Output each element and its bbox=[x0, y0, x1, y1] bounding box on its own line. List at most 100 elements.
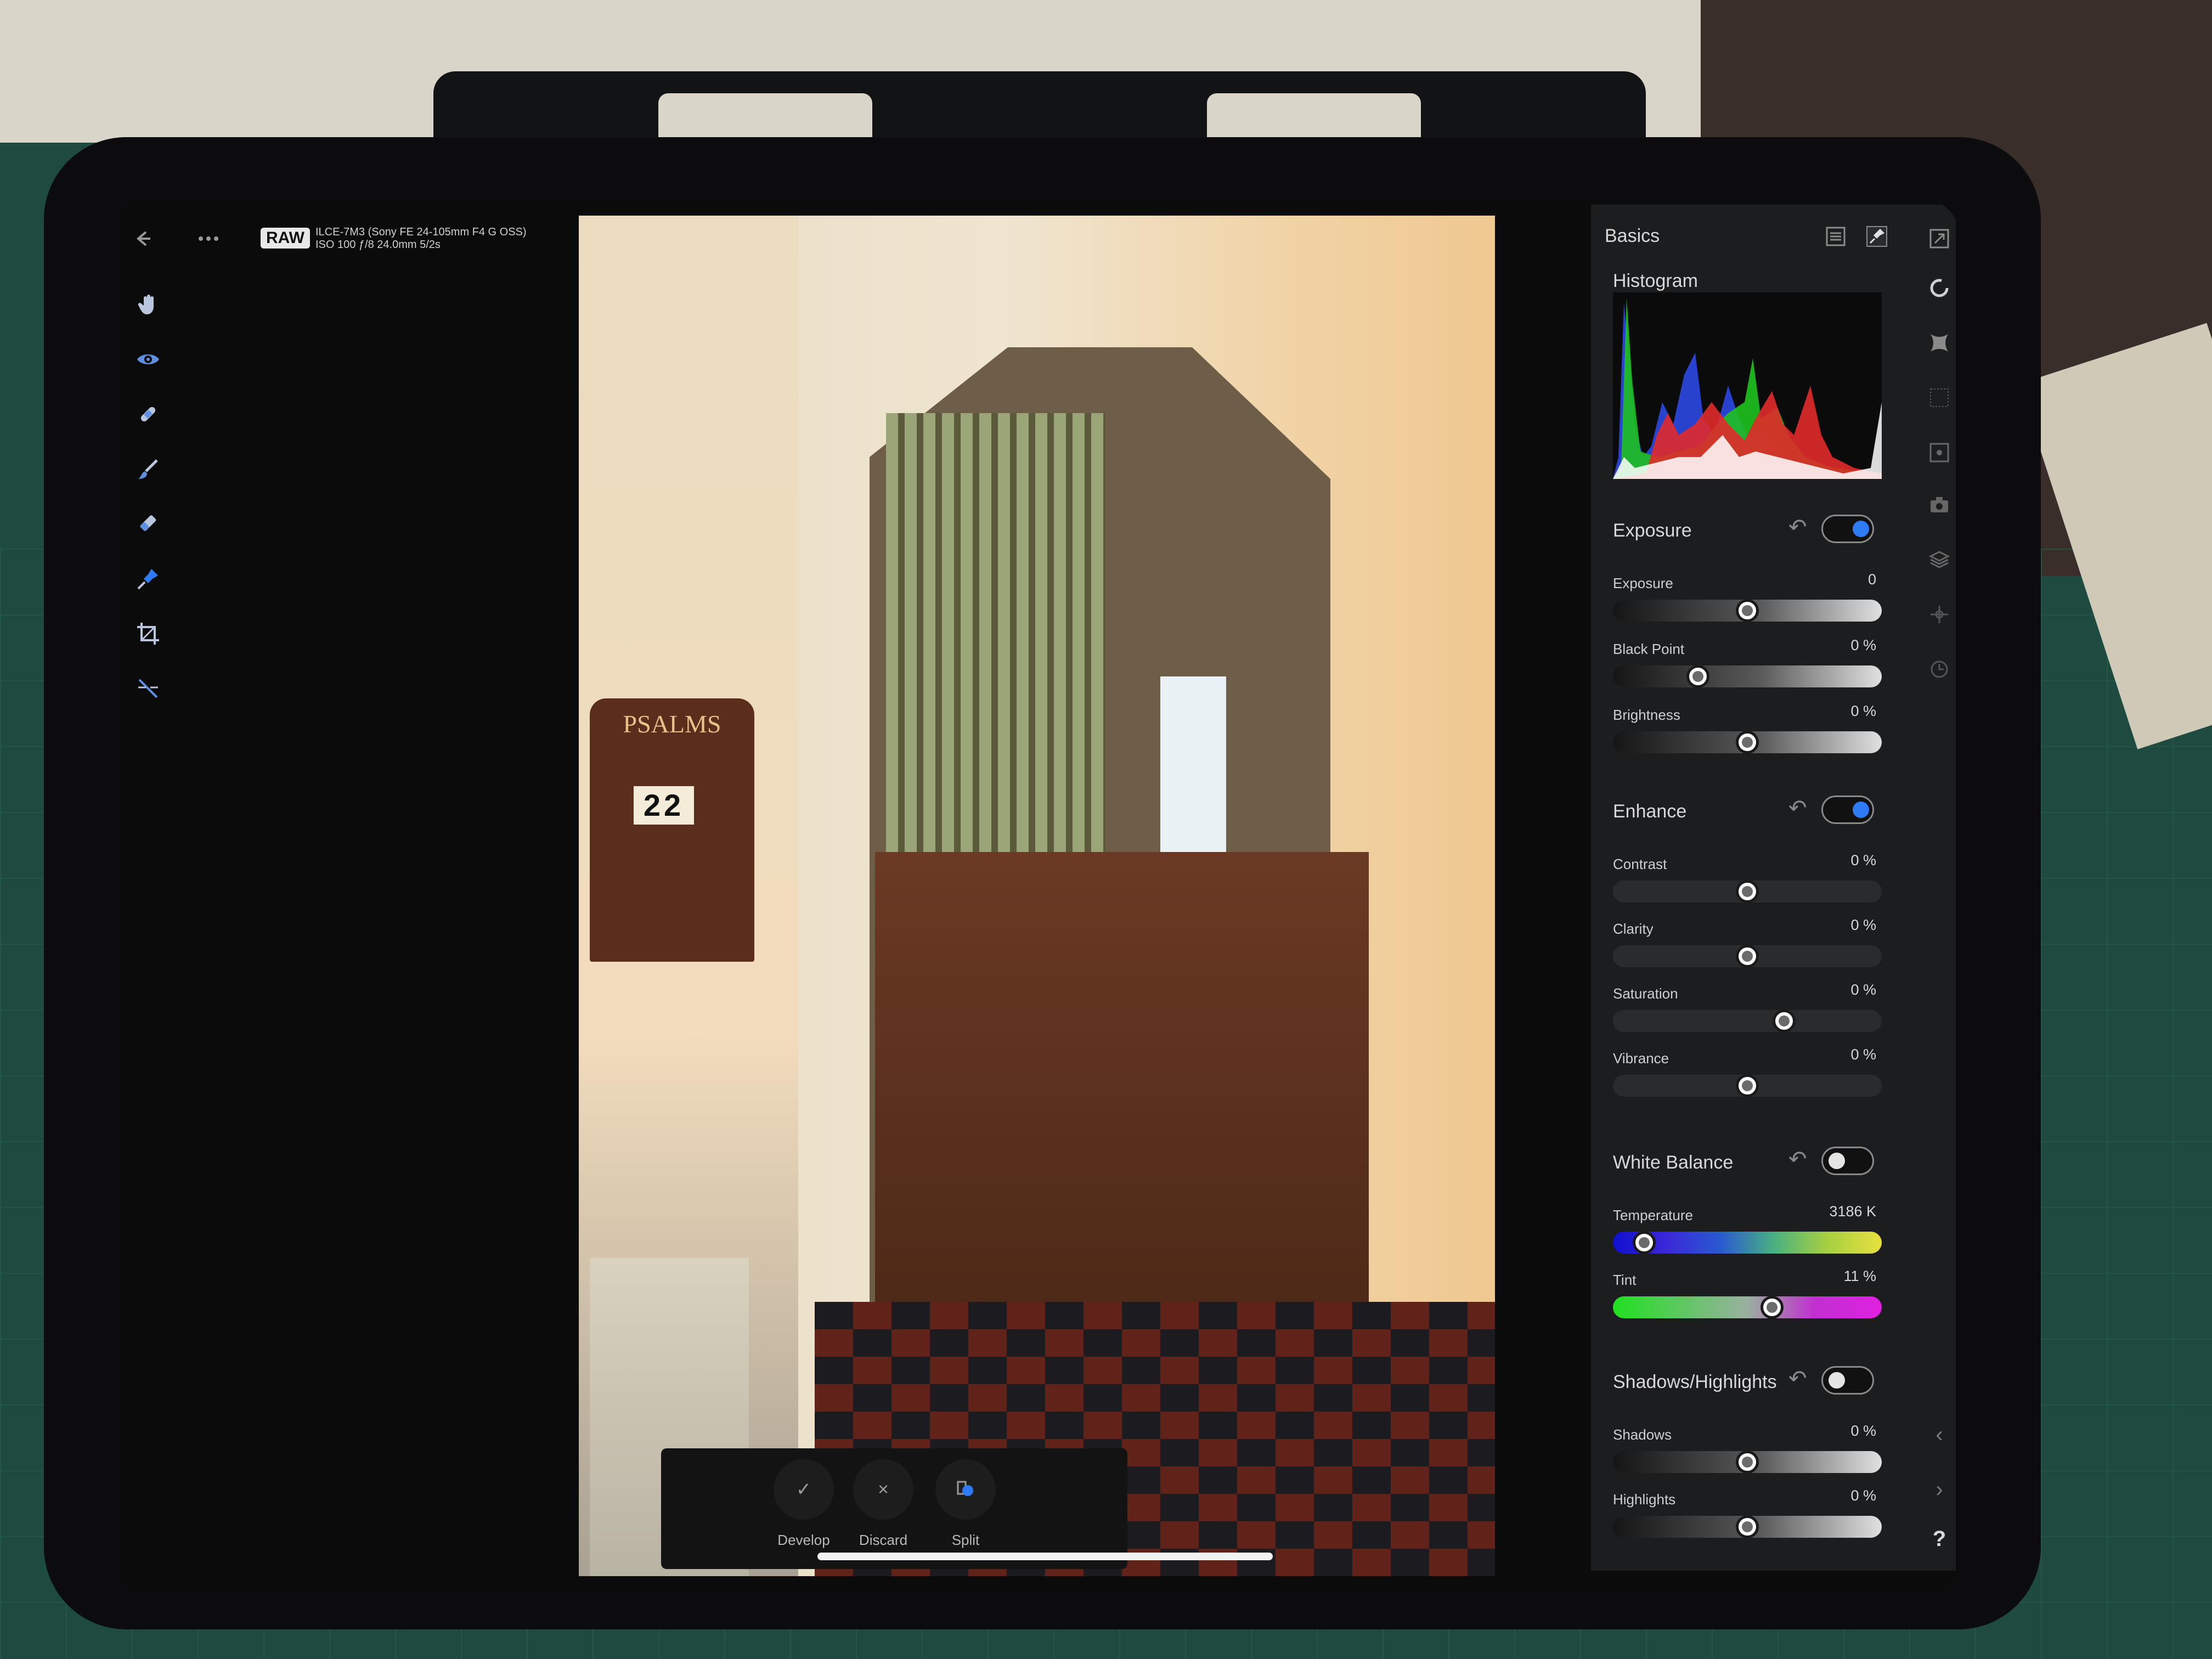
clock-icon[interactable] bbox=[1923, 653, 1956, 686]
black-point-label: Black Point bbox=[1613, 641, 1685, 657]
camera-info: ILCE-7M3 (Sony FE 24-105mm F4 G OSS) bbox=[315, 226, 527, 238]
discard-label: Discard bbox=[859, 1532, 908, 1548]
slider-thumb[interactable] bbox=[1736, 945, 1759, 968]
history-icon[interactable] bbox=[1923, 272, 1956, 304]
slider-thumb[interactable] bbox=[1736, 1515, 1759, 1538]
histogram-graph bbox=[1613, 298, 1882, 479]
noise-icon[interactable] bbox=[1923, 381, 1956, 414]
black-point-value: 0 % bbox=[1850, 637, 1876, 653]
ellipsis-icon[interactable] bbox=[192, 222, 225, 255]
exposure-slider[interactable] bbox=[1613, 599, 1882, 622]
layers-icon[interactable] bbox=[1923, 543, 1956, 576]
brightness-label: Brightness bbox=[1613, 707, 1680, 723]
expand-icon[interactable] bbox=[1923, 222, 1956, 255]
vibrance-value: 0 % bbox=[1850, 1046, 1876, 1063]
straighten-icon[interactable] bbox=[129, 669, 167, 708]
checkmark-icon: ✓ bbox=[774, 1459, 834, 1520]
bandage-icon[interactable] bbox=[129, 395, 167, 433]
temperature-slider[interactable] bbox=[1613, 1231, 1882, 1254]
crop-icon[interactable] bbox=[129, 614, 167, 653]
slider-thumb[interactable] bbox=[1686, 665, 1709, 688]
top-bar: RAW ILCE-7M3 (Sony FE 24-105mm F4 G OSS)… bbox=[118, 200, 557, 266]
chevron-right-icon[interactable]: › bbox=[1923, 1473, 1956, 1506]
split-label: Split bbox=[951, 1532, 980, 1548]
vibrance-slider[interactable] bbox=[1613, 1074, 1882, 1097]
revert-icon[interactable]: ↶ bbox=[1788, 515, 1807, 540]
panel-header: Basics bbox=[1591, 205, 1931, 249]
exposure-section-title: Exposure bbox=[1613, 520, 1692, 541]
exposure-value: 0 bbox=[1867, 571, 1876, 588]
slider-thumb[interactable] bbox=[1736, 731, 1759, 754]
black-point-slider[interactable] bbox=[1613, 665, 1882, 688]
toggle-knob bbox=[1853, 521, 1869, 537]
slider-thumb[interactable] bbox=[1773, 1009, 1796, 1032]
split-view-icon bbox=[935, 1459, 996, 1520]
slider-thumb[interactable] bbox=[1760, 1296, 1784, 1319]
develop-action-bar: ✓ Develop × Discard Split bbox=[661, 1448, 1127, 1569]
lens-icon[interactable] bbox=[1923, 326, 1956, 359]
split-button[interactable]: Split bbox=[922, 1459, 1009, 1549]
highlights-label: Highlights bbox=[1613, 1491, 1676, 1508]
home-indicator[interactable] bbox=[817, 1553, 1273, 1560]
enhance-section-title: Enhance bbox=[1613, 801, 1687, 822]
app-screen: RAW ILCE-7M3 (Sony FE 24-105mm F4 G OSS)… bbox=[118, 200, 1959, 1594]
pin-panel-icon[interactable] bbox=[1863, 222, 1891, 251]
raw-badge: RAW bbox=[261, 228, 310, 249]
clarity-slider[interactable] bbox=[1613, 945, 1882, 968]
eraser-icon[interactable] bbox=[129, 505, 167, 543]
chevron-left-icon[interactable]: ‹ bbox=[1923, 1418, 1956, 1451]
contrast-label: Contrast bbox=[1613, 856, 1667, 872]
slider-thumb[interactable] bbox=[1736, 880, 1759, 903]
brightness-slider[interactable] bbox=[1613, 731, 1882, 754]
vibrance-label: Vibrance bbox=[1613, 1050, 1669, 1066]
develop-button[interactable]: ✓ Develop bbox=[760, 1459, 848, 1549]
shadows-slider[interactable] bbox=[1613, 1451, 1882, 1474]
clarity-value: 0 % bbox=[1850, 917, 1876, 933]
saturation-value: 0 % bbox=[1850, 981, 1876, 998]
photo-metadata: ILCE-7M3 (Sony FE 24-105mm F4 G OSS) ISO… bbox=[315, 226, 527, 251]
highlights-slider[interactable] bbox=[1613, 1515, 1882, 1538]
tint-slider[interactable] bbox=[1613, 1296, 1882, 1319]
contrast-value: 0 % bbox=[1850, 852, 1876, 868]
develop-label: Develop bbox=[777, 1532, 830, 1548]
saturation-slider[interactable] bbox=[1613, 1009, 1882, 1032]
contrast-slider[interactable] bbox=[1613, 880, 1882, 903]
slider-thumb[interactable] bbox=[1736, 1451, 1759, 1474]
discard-button[interactable]: × Discard bbox=[839, 1459, 927, 1549]
histogram bbox=[1613, 292, 1882, 479]
temperature-value: 3186 K bbox=[1829, 1203, 1876, 1220]
basics-panel: Basics Histogram Exposure ↶ Exposure 0 B… bbox=[1591, 205, 1956, 1571]
hand-icon[interactable] bbox=[129, 285, 167, 324]
exposure-label: Exposure bbox=[1613, 575, 1673, 591]
enhance-toggle[interactable] bbox=[1821, 795, 1874, 824]
toggle-knob bbox=[1829, 1153, 1845, 1169]
revert-icon[interactable]: ↶ bbox=[1788, 795, 1807, 821]
revert-icon[interactable]: ↶ bbox=[1788, 1147, 1807, 1172]
tint-label: Tint bbox=[1613, 1272, 1637, 1288]
panel-title: Basics bbox=[1605, 225, 1660, 246]
brush-icon[interactable] bbox=[129, 450, 167, 488]
shadows-highlights-section-title: Shadows/Highlights bbox=[1613, 1372, 1777, 1392]
revert-icon[interactable]: ↶ bbox=[1788, 1366, 1807, 1391]
slider-thumb[interactable] bbox=[1633, 1231, 1656, 1254]
white-balance-toggle[interactable] bbox=[1821, 1147, 1874, 1175]
help-icon[interactable]: ? bbox=[1923, 1522, 1956, 1555]
shadows-value: 0 % bbox=[1850, 1423, 1876, 1439]
saturation-label: Saturation bbox=[1613, 985, 1678, 1002]
shadows-label: Shadows bbox=[1613, 1426, 1672, 1443]
eye-icon[interactable] bbox=[129, 340, 167, 379]
exposure-info: ISO 100 ƒ/8 24.0mm 5/2s bbox=[315, 239, 441, 251]
brightness-value: 0 % bbox=[1850, 703, 1876, 719]
photo-canvas[interactable]: PSALMS 22 bbox=[579, 216, 1495, 1576]
slider-thumb[interactable] bbox=[1736, 599, 1759, 622]
exposure-toggle[interactable] bbox=[1821, 515, 1874, 543]
list-icon[interactable] bbox=[1821, 222, 1850, 251]
pin-icon[interactable] bbox=[129, 560, 167, 598]
move-icon[interactable] bbox=[1923, 598, 1956, 631]
slider-thumb[interactable] bbox=[1736, 1074, 1759, 1097]
camera-icon[interactable] bbox=[1923, 488, 1956, 521]
arrow-left-icon[interactable] bbox=[126, 222, 159, 255]
hymn-board-title: PSALMS bbox=[623, 710, 721, 738]
shadows-highlights-toggle[interactable] bbox=[1821, 1366, 1874, 1395]
vignette-icon[interactable] bbox=[1923, 436, 1956, 469]
